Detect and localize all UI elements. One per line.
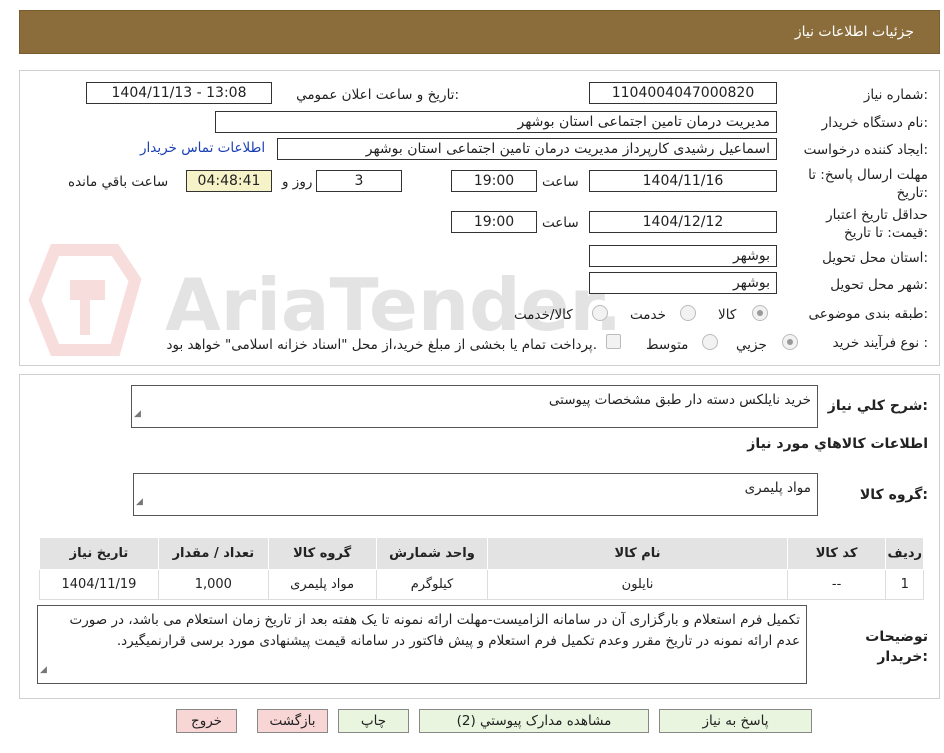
summary-label: شرح کلي نیاز:	[827, 398, 928, 414]
announce-label: تاریخ و ساعت اعلان عمومي:	[296, 87, 459, 103]
requester-label: ایجاد کننده درخواست:	[803, 142, 928, 158]
cell-row: 1	[885, 569, 924, 600]
need-number-field: 1104004047000820	[589, 82, 777, 104]
print-button[interactable]: چاپ	[338, 709, 409, 733]
category-goods-radio[interactable]	[752, 305, 768, 321]
deadline-time-label: ساعت	[542, 174, 579, 190]
buyer-notes-label: توضیحات خریدار:	[838, 627, 928, 667]
resize-grip-icon[interactable]: ◢	[136, 492, 143, 513]
col-unit: واحد شمارش	[375, 537, 489, 570]
cell-code: --	[786, 569, 887, 600]
announce-field: 1404/11/13 - 13:08	[86, 82, 272, 104]
cell-name: نایلون	[487, 569, 788, 600]
buyer-field: مدیریت درمان تامین اجتماعی استان بوشهر	[215, 111, 777, 133]
col-group: گروه کالا	[267, 537, 377, 570]
summary-text: خرید نایلکس دسته دار طبق مشخصات پیوستی	[548, 392, 811, 408]
deadline-label: مهلت ارسال پاسخ: تا تاریخ:	[790, 166, 928, 202]
summary-textarea[interactable]: خرید نایلکس دسته دار طبق مشخصات پیوستی ◢	[131, 385, 818, 428]
reply-button[interactable]: پاسخ به نیاز	[659, 709, 812, 733]
resize-grip-icon[interactable]: ◢	[40, 660, 47, 681]
category-both-label: کالا/خدمت	[514, 307, 573, 323]
days-field: 3	[316, 170, 402, 192]
back-button[interactable]: بازگشت	[257, 709, 328, 733]
goods-group-text: مواد پلیمری	[744, 480, 811, 496]
deadline-time-field: 19:00	[451, 170, 537, 192]
col-name: نام کالا	[487, 537, 788, 570]
validity-time-label: ساعت	[542, 215, 579, 231]
resize-grip-icon[interactable]: ◢	[134, 404, 141, 425]
buyer-notes-label-text: توضیحات خریدار:	[865, 629, 928, 665]
validity-label: حداقل تاریخ اعتبار قیمت: تا تاریخ:	[790, 206, 928, 242]
cell-quantity: 1,000	[157, 569, 269, 600]
process-minor-label: جزیي	[736, 337, 767, 353]
process-medium-radio[interactable]	[702, 334, 718, 350]
deadline-date-field: 1404/11/16	[589, 170, 777, 192]
city-field: بوشهر	[589, 272, 777, 294]
table-row: 1 -- نایلون کیلوگرم مواد پلیمری 1,000 14…	[39, 569, 924, 600]
page-title: جزئیات اطلاعات نیاز	[794, 24, 914, 40]
attachments-button[interactable]: مشاهده مدارک پیوستي (2)	[419, 709, 649, 733]
remaining-time-field: 04:48:41	[186, 170, 272, 192]
category-goods-label: کالا	[718, 307, 737, 323]
category-service-radio[interactable]	[680, 305, 696, 321]
col-code: کد کالا	[786, 537, 887, 570]
goods-group-label: گروه کالا:	[859, 487, 928, 503]
treasury-checkbox[interactable]	[606, 334, 621, 349]
svg-text:AriaTender.net: AriaTender.net	[165, 263, 625, 347]
validity-time-field: 19:00	[451, 211, 537, 233]
validity-date-field: 1404/12/12	[589, 211, 777, 233]
need-number-label: شماره نیاز:	[863, 87, 928, 103]
category-service-label: خدمت	[630, 307, 666, 323]
category-label: طبقه بندی موضوعی:	[808, 306, 928, 322]
cell-date: 1404/11/19	[39, 569, 159, 600]
buyer-label: نام دستگاه خریدار:	[821, 115, 928, 131]
items-table: ردیف کد کالا نام کالا واحد شمارش گروه کا…	[39, 537, 924, 600]
exit-button[interactable]: خروج	[176, 709, 237, 733]
process-label: نوع فرآیند خرید :	[832, 335, 928, 351]
cell-unit: کیلوگرم	[375, 569, 489, 600]
buyer-contact-link[interactable]: اطلاعات تماس خریدار	[140, 140, 265, 156]
remaining-label: ساعت باقي مانده	[68, 174, 169, 190]
treasury-note: پرداخت تمام یا بخشی از مبلغ خرید،از محل …	[166, 337, 597, 353]
province-label: استان محل تحویل:	[822, 250, 928, 266]
table-header-row: ردیف کد کالا نام کالا واحد شمارش گروه کا…	[39, 537, 924, 570]
col-date: تاریخ نیاز	[39, 537, 159, 570]
buyer-notes-textarea[interactable]: تکمیل فرم استعلام و بارگزاری آن در سامان…	[37, 605, 807, 684]
requester-field: اسماعیل رشیدی کارپرداز مدیریت درمان تامی…	[277, 138, 777, 160]
category-both-radio[interactable]	[592, 305, 608, 321]
process-medium-label: متوسط	[646, 337, 689, 353]
days-label: روز و	[282, 174, 313, 190]
process-minor-radio[interactable]	[782, 334, 798, 350]
goods-group-textarea[interactable]: مواد پلیمری ◢	[133, 473, 818, 516]
page-header: جزئیات اطلاعات نیاز	[19, 10, 940, 54]
goods-info-title: اطلاعات کالاهاي مورد نیاز	[747, 436, 928, 452]
deadline-label-text: مهلت ارسال پاسخ: تا تاریخ:	[808, 167, 928, 201]
buyer-notes-text: تکمیل فرم استعلام و بارگزاری آن در سامان…	[69, 612, 801, 649]
city-label: شهر محل تحویل:	[830, 277, 928, 293]
col-row: ردیف	[885, 537, 924, 570]
validity-label-text: حداقل تاریخ اعتبار قیمت: تا تاریخ:	[826, 207, 928, 241]
col-quantity: تعداد / مقدار	[157, 537, 269, 570]
province-field: بوشهر	[589, 245, 777, 267]
cell-group: مواد پلیمری	[267, 569, 377, 600]
